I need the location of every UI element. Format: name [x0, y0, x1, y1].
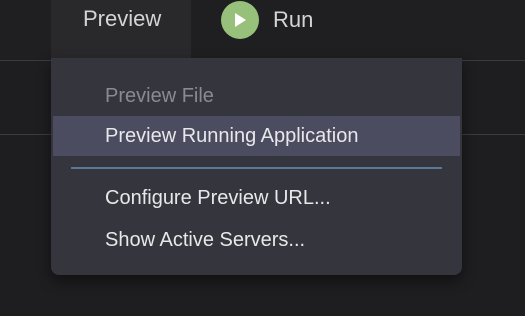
menu-item-preview-file: Preview File [51, 76, 462, 116]
menu-item-label: Configure Preview URL... [105, 186, 331, 209]
run-button[interactable]: Run [221, 0, 313, 40]
menu-item-label: Preview Running Application [105, 124, 359, 147]
menu-item-label: Preview File [105, 84, 214, 107]
preview-dropdown-menu: Preview File Preview Running Application… [51, 58, 462, 275]
menu-item-preview-running-application[interactable]: Preview Running Application [53, 116, 460, 156]
play-icon [221, 1, 259, 39]
menu-item-show-active-servers[interactable]: Show Active Servers... [51, 220, 462, 260]
menu-item-configure-preview-url[interactable]: Configure Preview URL... [51, 178, 462, 218]
menu-separator [71, 167, 442, 169]
preview-menu-button[interactable]: Preview [51, 0, 191, 58]
preview-menu-label: Preview [83, 6, 162, 31]
menu-item-label: Show Active Servers... [105, 228, 306, 251]
run-label: Run [273, 7, 314, 32]
